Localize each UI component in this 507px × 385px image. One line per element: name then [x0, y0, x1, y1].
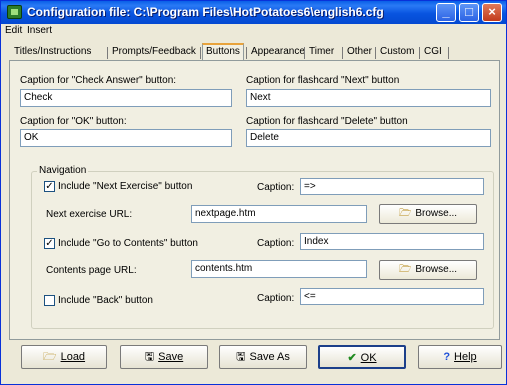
maximize-button[interactable]: □ — [459, 3, 479, 22]
back-checkbox-label: Include "Back" button — [58, 295, 153, 306]
ok-caption-input[interactable]: OK — [20, 129, 232, 147]
window-title: Configuration file: C:\Program Files\Hot… — [27, 5, 384, 19]
contents-caption-label: Caption: — [257, 238, 295, 249]
save-label: Save — [158, 351, 184, 363]
next-exercise-browse-button[interactable]: 🗁 Browse... — [379, 204, 477, 224]
tab-appearance[interactable]: Appearance — [248, 45, 308, 61]
config-window: Configuration file: C:\Program Files\Hot… — [0, 0, 507, 385]
menu-bar: Edit Insert — [1, 24, 506, 38]
ok-button[interactable]: ✔ OK — [318, 345, 406, 369]
help-button[interactable]: ? Help — [418, 345, 502, 369]
check-caption-input[interactable]: Check — [20, 89, 232, 107]
folder-icon: 🗁 — [42, 351, 57, 363]
floppy-disk-icon: 🖫 — [236, 351, 246, 363]
back-caption-input[interactable]: <= — [300, 288, 484, 305]
load-button[interactable]: 🗁 Load — [21, 345, 107, 369]
save-as-label: Save As — [249, 351, 290, 363]
ok-label: OK — [360, 352, 377, 364]
back-caption-label: Caption: — [257, 293, 295, 304]
close-button[interactable]: × — [482, 3, 502, 22]
menu-edit[interactable]: Edit — [5, 25, 22, 36]
folder-icon: 🗁 — [398, 208, 412, 219]
browse-label: Browse... — [415, 208, 458, 219]
load-label: Load — [60, 351, 86, 363]
next-card-caption-input[interactable]: Next — [246, 89, 491, 107]
next-card-caption-label: Caption for flashcard "Next" button — [246, 75, 400, 86]
next-exercise-caption-label: Caption: — [257, 182, 295, 193]
check-caption-label: Caption for "Check Answer" button: — [20, 75, 177, 86]
tab-cgi[interactable]: CGI — [421, 45, 445, 61]
tab-divider — [200, 47, 201, 59]
tab-titles-instructions[interactable]: Titles/Instructions — [11, 45, 94, 61]
tab-divider — [342, 47, 343, 59]
tab-divider — [419, 47, 420, 59]
contents-url-label: Contents page URL: — [46, 265, 137, 276]
next-exercise-caption-input[interactable]: => — [300, 178, 484, 195]
question-mark-icon: ? — [443, 351, 451, 363]
next-exercise-url-input[interactable]: nextpage.htm — [191, 205, 367, 223]
next-exercise-checkbox[interactable]: ✓ — [44, 181, 55, 192]
minimize-button[interactable]: _ — [436, 3, 456, 22]
ok-caption-label: Caption for "OK" button: — [20, 116, 127, 127]
next-exercise-checkbox-label: Include "Next Exercise" button — [58, 181, 193, 192]
navigation-legend: Navigation — [37, 165, 89, 176]
tab-divider — [304, 47, 305, 59]
tab-divider — [375, 47, 376, 59]
tab-divider — [448, 47, 449, 59]
delete-card-caption-input[interactable]: Delete — [246, 129, 491, 147]
tab-divider — [246, 47, 247, 59]
contents-caption-input[interactable]: Index — [300, 233, 484, 250]
help-label: Help — [454, 351, 477, 363]
save-as-button[interactable]: 🖫 Save As — [219, 345, 307, 369]
title-bar[interactable]: Configuration file: C:\Program Files\Hot… — [1, 1, 506, 24]
hot-potatoes-icon — [7, 5, 22, 19]
checkmark-icon: ✔ — [347, 352, 357, 364]
folder-icon: 🗁 — [398, 264, 412, 275]
tab-divider — [107, 47, 108, 59]
browse-label: Browse... — [415, 264, 458, 275]
contents-checkbox[interactable]: ✓ — [44, 238, 55, 249]
menu-insert[interactable]: Insert — [27, 25, 52, 36]
contents-checkbox-label: Include "Go to Contents" button — [58, 238, 198, 249]
contents-url-input[interactable]: contents.htm — [191, 260, 367, 278]
floppy-disk-icon: 🖫 — [144, 351, 155, 363]
tab-other[interactable]: Other — [344, 45, 375, 61]
save-button[interactable]: 🖫 Save — [120, 345, 208, 369]
tab-timer[interactable]: Timer — [306, 45, 337, 61]
back-checkbox[interactable] — [44, 295, 55, 306]
next-exercise-url-label: Next exercise URL: — [46, 209, 133, 220]
tab-prompts-feedback[interactable]: Prompts/Feedback — [109, 45, 199, 61]
contents-browse-button[interactable]: 🗁 Browse... — [379, 260, 477, 280]
delete-card-caption-label: Caption for flashcard "Delete" button — [246, 116, 408, 127]
tab-custom[interactable]: Custom — [377, 45, 417, 61]
